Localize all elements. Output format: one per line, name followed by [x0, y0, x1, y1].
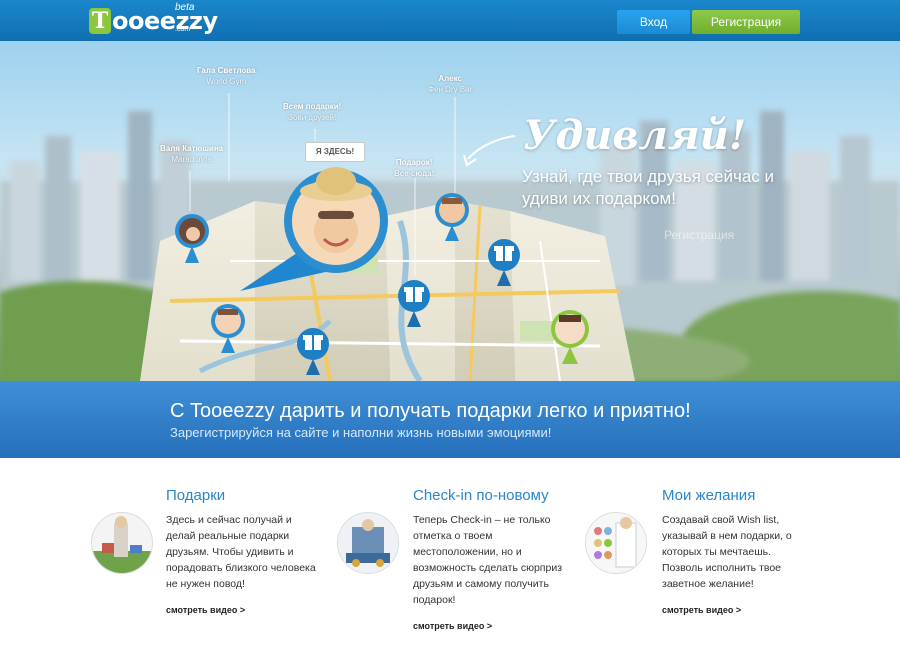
feature-title-wishlist: Мои желания [662, 487, 756, 504]
watch-video-link-wishlist[interactable]: смотреть видео > [662, 605, 741, 615]
hero-headline: Удивляй! [523, 112, 747, 159]
gift-icon [494, 246, 514, 261]
banner-subtitle: Зарегистрируйся на сайте и наполни жизнь… [170, 425, 552, 440]
gift-icon [404, 287, 424, 302]
logo-beta-tag: beta [175, 2, 195, 13]
callout-valya-place: Maradonna [171, 155, 212, 164]
callout-gala: Гала Светлова World Gym [197, 65, 256, 87]
logo-domain: .com [175, 26, 191, 33]
callout-aleks-place: Фен Dry Bar [428, 85, 473, 94]
register-button[interactable]: Регистрация [692, 10, 800, 34]
watch-video-link-checkin[interactable]: смотреть видео > [413, 621, 492, 631]
gifts-feature-image [91, 512, 153, 574]
callout-aleks-name: Алекс [438, 74, 462, 83]
wishlist-feature-image [585, 512, 647, 574]
checkin-feature-image [337, 512, 399, 574]
callout-gift-sub: Все сюда! [394, 169, 435, 178]
hero-subheadline: Узнай, где твои друзья сейчас и удиви их… [522, 167, 775, 208]
callout-gift-title: Подарок! [395, 158, 433, 167]
feature-text-checkin: Теперь Check-in – не только отметка о тв… [413, 514, 563, 606]
callout-all-gifts: Всем подарки! Зови друзей! [283, 101, 341, 123]
feature-title-checkin: Check-in по-новому [413, 487, 549, 504]
hero-ghost-register-text: Регистрация [664, 228, 735, 242]
gift-icon [303, 335, 323, 350]
callout-all-gifts-sub: Зови друзей! [288, 113, 337, 122]
logo-letter: T [89, 8, 111, 34]
tooeezzy-logo[interactable]: T ooeezzy beta .com [89, 2, 218, 38]
feature-text-gifts: Здесь и сейчас получай и делай реальные … [166, 514, 316, 590]
hero-section: Гала Светлова World Gym Всем подарки! Зо… [0, 41, 900, 381]
arrow-icon [463, 135, 516, 167]
i-am-here-badge: Я ЗДЕСЬ! [305, 142, 365, 162]
top-navigation-bar: T ooeezzy beta .com Вход Регистрация [0, 0, 900, 42]
callout-all-gifts-title: Всем подарки! [283, 102, 342, 111]
feature-title-gifts: Подарки [166, 487, 226, 504]
callout-aleks: Алекс Фен Dry Bar [428, 73, 472, 95]
callout-valya-name: Валя Катюшина [160, 144, 224, 153]
banner-title: С Tooeezzy дарить и получать подарки лег… [170, 400, 691, 422]
feature-text-wishlist: Создавай свой Wish list, указывай в нем … [662, 514, 792, 590]
callout-valya: Валя Катюшина Maradonna [160, 143, 223, 165]
login-button[interactable]: Вход [617, 10, 690, 34]
watch-video-link-gifts[interactable]: смотреть видео > [166, 605, 245, 615]
callout-gala-name: Гала Светлова [197, 66, 256, 75]
callout-gift: Подарок! Все сюда! [394, 157, 434, 179]
callout-gala-place: World Gym [206, 77, 247, 86]
logo-wordmark: ooeezzy [112, 7, 218, 35]
promo-banner: С Tooeezzy дарить и получать подарки лег… [0, 381, 900, 458]
